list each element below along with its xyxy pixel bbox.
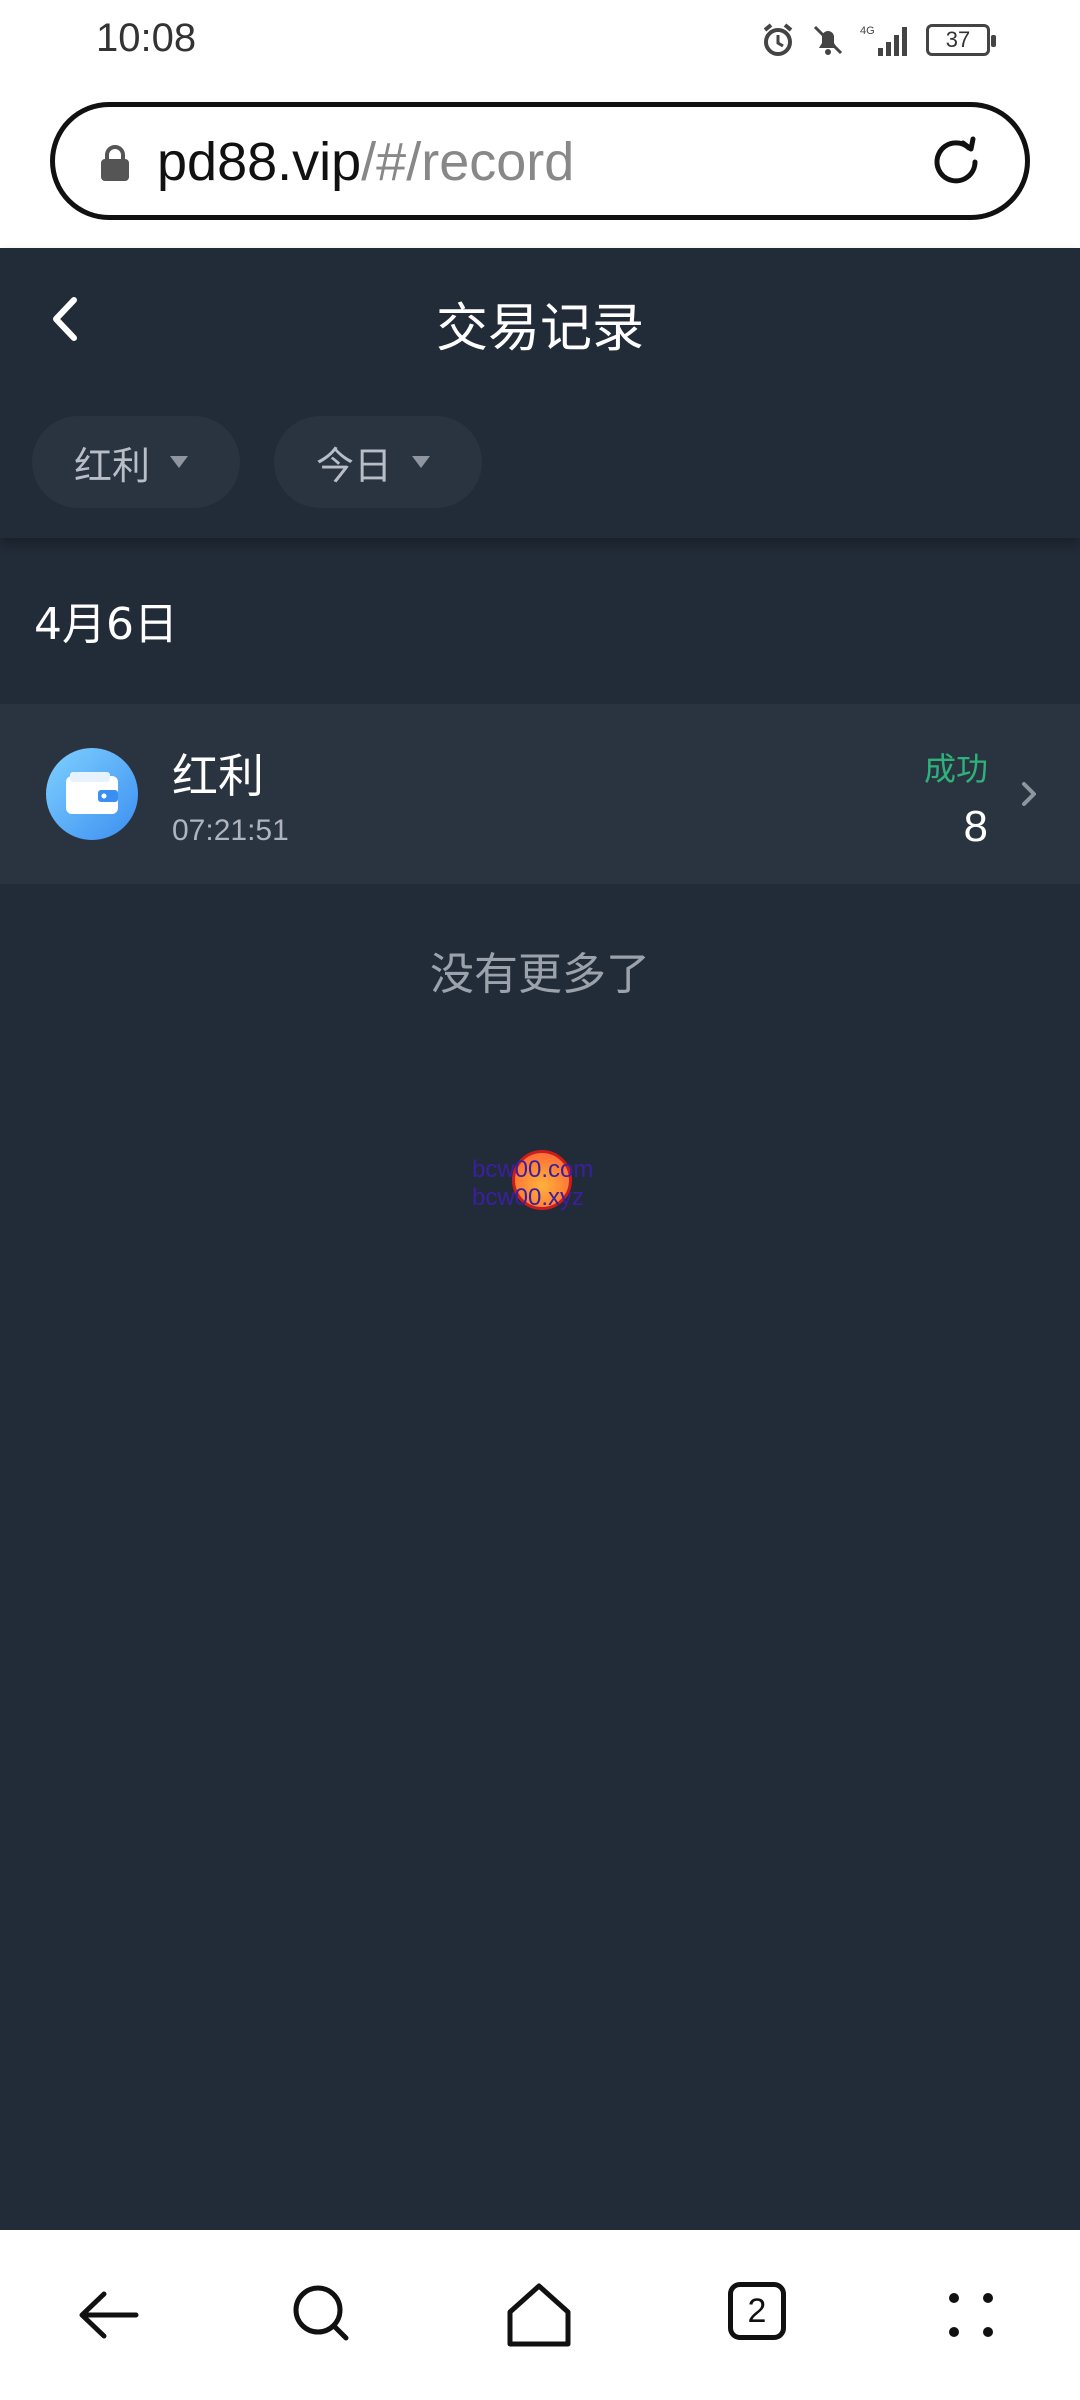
caret-down-icon <box>170 456 189 468</box>
record-row[interactable]: 红利 07:21:51 成功 8 <box>0 704 1080 884</box>
date-group-header: 4月6日 <box>34 599 178 650</box>
battery-indicator: 37 <box>926 24 996 56</box>
no-more-text: 没有更多了 <box>430 949 650 1000</box>
record-status: 成功 <box>923 750 988 788</box>
record-amount: 8 <box>963 802 988 851</box>
alarm-icon <box>763 23 793 56</box>
svg-text:4G: 4G <box>860 25 875 37</box>
wallet-icon <box>46 748 138 840</box>
status-icons: 4G 37 <box>760 18 996 62</box>
back-icon[interactable] <box>64 2270 154 2360</box>
lock-icon <box>101 145 129 181</box>
status-time: 10:08 <box>96 16 197 60</box>
signal-icon: 4G <box>860 25 907 56</box>
browser-toolbar: pd88.vip/#/record <box>0 80 1080 248</box>
page-header: 交易记录 红利 今日 <box>0 248 1080 538</box>
search-icon[interactable] <box>278 2270 368 2360</box>
date-filter-dropdown[interactable]: 今日 <box>274 416 482 508</box>
tab-count: 2 <box>728 2282 786 2340</box>
page-title: 交易记录 <box>435 299 644 359</box>
tabs-button[interactable]: 2 <box>710 2270 800 2360</box>
reload-icon[interactable] <box>923 129 989 195</box>
watermark: bcw00.com bcw00.xyz <box>472 1150 622 1240</box>
caret-down-icon <box>412 456 431 468</box>
chevron-right-icon <box>1022 782 1036 806</box>
url-path: /#/record <box>361 132 575 192</box>
url-host: pd88.vip <box>157 132 362 192</box>
browser-bottom-nav: 2 <box>0 2230 1080 2400</box>
watermark-line-1: bcw00.com <box>472 1156 594 1183</box>
record-time: 07:21:51 <box>172 814 289 847</box>
app-content: 交易记录 红利 今日 4月6日 红利 07:21:51 成功 8 没有更多了 b… <box>0 248 1080 2230</box>
mute-bell-icon <box>813 25 843 55</box>
address-bar[interactable]: pd88.vip/#/record <box>50 102 1030 220</box>
date-filter-label: 今日 <box>316 443 393 488</box>
url-text[interactable]: pd88.vip/#/record <box>157 131 574 193</box>
type-filter-dropdown[interactable]: 红利 <box>32 416 240 508</box>
home-icon[interactable] <box>494 2270 584 2360</box>
menu-dots-icon[interactable] <box>926 2270 1016 2360</box>
record-name: 红利 <box>172 749 264 803</box>
status-bar: 10:08 4G 37 <box>0 0 1080 80</box>
type-filter-label: 红利 <box>74 443 151 488</box>
watermark-line-2: bcw00.xyz <box>472 1184 585 1211</box>
